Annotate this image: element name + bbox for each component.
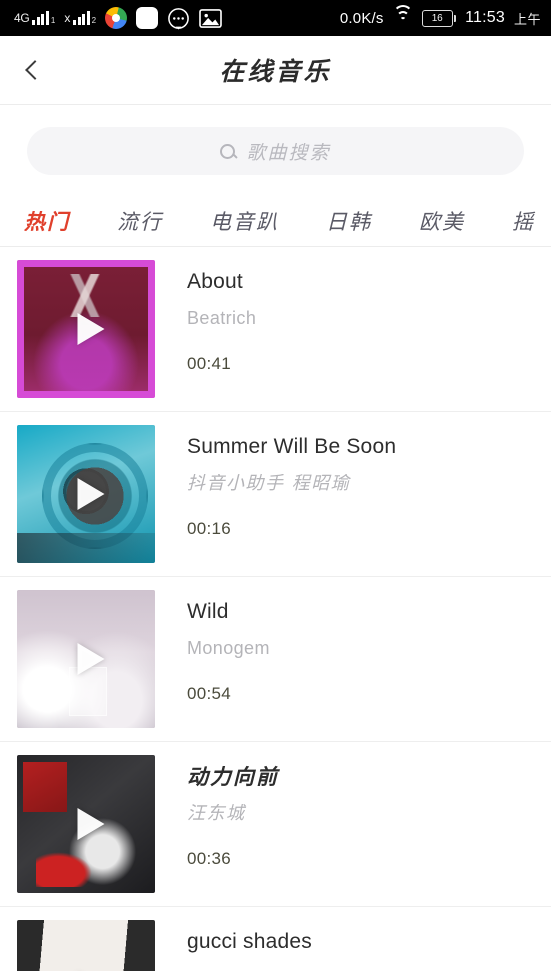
song-artist: 汪东城	[187, 804, 246, 824]
category-tabs[interactable]: 热门 流行 电音趴 日韩 欧美 摇	[0, 195, 551, 247]
song-artist: Beatrich	[187, 309, 257, 329]
play-icon[interactable]	[77, 643, 105, 675]
song-duration: 00:36	[187, 848, 232, 868]
song-title: 动力向前	[187, 765, 279, 789]
song-title: gucci shades	[187, 930, 312, 953]
song-list-item[interactable]: 动力向前 汪东城 00:36	[0, 742, 551, 907]
tab-jp-kr[interactable]: 日韩	[326, 206, 372, 236]
song-meta: Summer Will Be Soon 抖音小助手 程昭瑜 00:16	[155, 425, 551, 539]
song-meta: gucci shades	[155, 920, 551, 971]
song-thumbnail[interactable]	[17, 920, 155, 971]
song-meta: About Beatrich 00:41	[155, 260, 551, 374]
app-header: 在线音乐	[0, 36, 551, 105]
play-icon[interactable]	[77, 808, 105, 840]
song-list-item[interactable]: Wild Monogem 00:54	[0, 577, 551, 742]
status-bar: 4G 1 x 2 0.0K/s 16 11:53 上午	[0, 0, 551, 36]
page-title: 在线音乐	[219, 57, 332, 86]
sim2-index-label: 2	[91, 16, 97, 25]
song-list-item[interactable]: About Beatrich 00:41	[0, 247, 551, 412]
song-title: Wild	[187, 600, 229, 623]
song-thumbnail[interactable]	[17, 425, 155, 563]
search-section: 歌曲搜索	[0, 105, 551, 195]
chat-bubble-icon	[168, 7, 189, 30]
song-list[interactable]: About Beatrich 00:41 Summer Will Be Soon…	[0, 247, 551, 971]
tab-hot[interactable]: 热门	[24, 206, 70, 236]
song-thumbnail[interactable]	[17, 260, 155, 398]
app-root: 4G 1 x 2 0.0K/s 16 11:53 上午 在线音乐 歌曲搜索 热门…	[0, 0, 551, 971]
play-icon[interactable]	[77, 313, 105, 345]
tab-rock[interactable]: 摇	[512, 206, 535, 236]
signal-bars-sim2	[73, 11, 90, 25]
song-title: About	[187, 270, 243, 293]
tab-pop[interactable]: 流行	[117, 206, 163, 236]
song-thumbnail[interactable]	[17, 755, 155, 893]
search-input[interactable]: 歌曲搜索	[27, 127, 524, 175]
song-meta: 动力向前 汪东城 00:36	[155, 755, 551, 869]
search-icon	[220, 143, 236, 159]
sim1-index-label: 1	[50, 16, 56, 25]
status-bar-left: 4G 1 x 2	[14, 7, 222, 30]
back-chevron-icon	[24, 60, 45, 80]
play-icon[interactable]	[77, 478, 105, 510]
back-button[interactable]	[0, 36, 64, 104]
network-speed-label: 0.0K/s	[339, 9, 384, 27]
status-bar-right: 0.0K/s 16 11:53 上午	[339, 5, 541, 28]
signal-sim1-icon: 4G 1	[14, 11, 55, 25]
song-list-item[interactable]: gucci shades	[0, 907, 551, 971]
battery-icon: 16	[421, 9, 457, 27]
wifi-icon	[392, 5, 413, 26]
song-duration: 00:41	[187, 353, 232, 373]
song-artist: 抖音小助手 程昭瑜	[187, 474, 351, 494]
tab-edm[interactable]: 电音趴	[210, 206, 279, 236]
song-title: Summer Will Be Soon	[187, 435, 397, 458]
battery-level-label: 16	[431, 12, 443, 24]
song-thumbnail[interactable]	[17, 590, 155, 728]
chrome-icon	[105, 7, 128, 29]
song-duration: 00:54	[187, 683, 232, 703]
white-app-icon	[136, 7, 159, 29]
song-artist: Monogem	[187, 639, 270, 659]
signal-bars-sim1	[32, 11, 49, 25]
ampm-label: 上午	[513, 11, 541, 27]
network-type-label: 4G	[14, 11, 30, 25]
tab-western[interactable]: 欧美	[419, 206, 465, 236]
search-placeholder: 歌曲搜索	[246, 141, 331, 164]
clock-label: 11:53	[465, 9, 505, 26]
song-duration: 00:16	[187, 518, 232, 538]
photo-icon	[199, 8, 222, 28]
album-art-image	[17, 920, 155, 971]
signal-sim2-icon: x 2	[64, 11, 96, 25]
sim2-label: x	[64, 11, 71, 25]
song-list-item[interactable]: Summer Will Be Soon 抖音小助手 程昭瑜 00:16	[0, 412, 551, 577]
song-meta: Wild Monogem 00:54	[155, 590, 551, 704]
